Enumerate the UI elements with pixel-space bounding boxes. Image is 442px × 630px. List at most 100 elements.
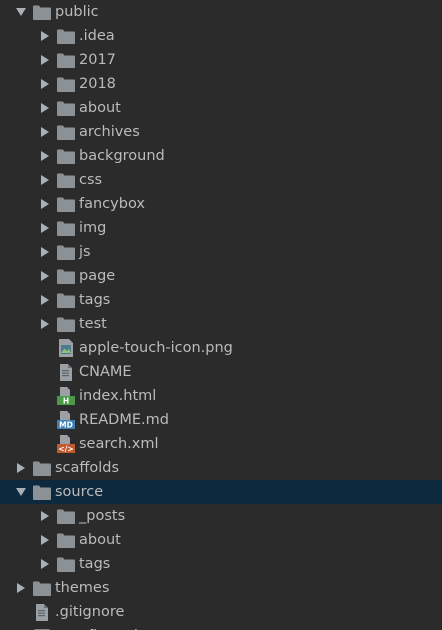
arrow-placeholder — [14, 600, 28, 624]
tree-file-index-html[interactable]: Hindex.html — [0, 384, 442, 408]
tree-folder-themes[interactable]: themes — [0, 576, 442, 600]
folder-icon — [57, 48, 75, 72]
html-file-icon: H — [57, 384, 75, 408]
tree-folder-posts[interactable]: _posts — [0, 504, 442, 528]
tree-folder-about[interactable]: about — [0, 96, 442, 120]
folder-icon — [33, 480, 51, 504]
tree-item-label: README.md — [79, 412, 169, 428]
tree-item-label: tags — [79, 556, 111, 572]
tree-item-label: _posts — [79, 508, 126, 524]
folder-icon — [33, 576, 51, 600]
folder-icon — [57, 168, 75, 192]
tree-item-label: archives — [79, 124, 140, 140]
collapse-right-arrow-icon[interactable] — [38, 288, 52, 312]
collapse-right-arrow-icon[interactable] — [38, 312, 52, 336]
tree-folder-archives[interactable]: archives — [0, 120, 442, 144]
tree-folder-scaffolds[interactable]: scaffolds — [0, 456, 442, 480]
tree-folder-tags[interactable]: tags — [0, 552, 442, 576]
tree-item-label: js — [79, 244, 91, 260]
folder-icon — [57, 216, 75, 240]
tree-item-label: css — [79, 172, 103, 188]
markdown-file-icon: MD — [57, 408, 75, 432]
arrow-placeholder — [38, 408, 52, 432]
collapse-right-arrow-icon[interactable] — [38, 216, 52, 240]
folder-icon — [57, 288, 75, 312]
tree-file-gitignore[interactable]: .gitignore — [0, 600, 442, 624]
collapse-right-arrow-icon[interactable] — [38, 24, 52, 48]
folder-icon — [57, 144, 75, 168]
tree-folder-public[interactable]: public — [0, 0, 442, 24]
text-file-icon — [33, 600, 51, 624]
folder-icon — [57, 96, 75, 120]
tree-folder-fancybox[interactable]: fancybox — [0, 192, 442, 216]
tree-item-label: 2018 — [79, 76, 116, 92]
arrow-placeholder — [38, 336, 52, 360]
tree-item-label: background — [79, 148, 165, 164]
tree-folder-img[interactable]: img — [0, 216, 442, 240]
tree-item-label: 2017 — [79, 52, 116, 68]
folder-icon — [57, 192, 75, 216]
tree-item-label: tags — [79, 292, 111, 308]
tree-folder-2018[interactable]: 2018 — [0, 72, 442, 96]
folder-icon — [57, 72, 75, 96]
folder-icon — [33, 456, 51, 480]
tree-folder-source[interactable]: source — [0, 480, 442, 504]
tree-file-cname[interactable]: CNAME — [0, 360, 442, 384]
tree-file-apple-touch-icon-png[interactable]: apple-touch-icon.png — [0, 336, 442, 360]
folder-icon — [57, 552, 75, 576]
collapse-right-arrow-icon[interactable] — [38, 192, 52, 216]
tree-item-label: page — [79, 268, 116, 284]
collapse-right-arrow-icon[interactable] — [38, 504, 52, 528]
collapse-right-arrow-icon[interactable] — [38, 96, 52, 120]
collapse-right-arrow-icon[interactable] — [38, 552, 52, 576]
tree-item-label: public — [55, 4, 99, 20]
svg-text:</>: </> — [58, 444, 73, 453]
arrow-placeholder — [14, 624, 28, 630]
tree-folder-test[interactable]: test — [0, 312, 442, 336]
collapse-right-arrow-icon[interactable] — [38, 168, 52, 192]
tree-item-label: about — [79, 100, 121, 116]
expand-down-arrow-icon[interactable] — [14, 0, 28, 24]
collapse-right-arrow-icon[interactable] — [14, 576, 28, 600]
collapse-right-arrow-icon[interactable] — [14, 456, 28, 480]
folder-icon — [57, 312, 75, 336]
folder-icon — [57, 528, 75, 552]
tree-folder-tags[interactable]: tags — [0, 288, 442, 312]
folder-icon — [57, 120, 75, 144]
project-tree: public .idea 2017 2018 about archives backgrou… — [0, 0, 442, 630]
arrow-placeholder — [38, 384, 52, 408]
collapse-right-arrow-icon[interactable] — [38, 48, 52, 72]
collapse-right-arrow-icon[interactable] — [38, 120, 52, 144]
tree-item-label: themes — [55, 580, 110, 596]
tree-folder-2017[interactable]: 2017 — [0, 48, 442, 72]
xml-file-icon: </> — [57, 432, 75, 456]
tree-folder-about[interactable]: about — [0, 528, 442, 552]
tree-folder-idea[interactable]: .idea — [0, 24, 442, 48]
image-file-icon — [57, 336, 75, 360]
tree-item-label: CNAME — [79, 364, 132, 380]
tree-item-label: test — [79, 316, 107, 332]
tree-file-config-yml[interactable]: _config.yml — [0, 624, 442, 630]
tree-item-label: fancybox — [79, 196, 145, 212]
tree-folder-background[interactable]: background — [0, 144, 442, 168]
collapse-right-arrow-icon[interactable] — [38, 528, 52, 552]
tree-item-label: _config.yml — [55, 624, 138, 630]
expand-down-arrow-icon[interactable] — [14, 480, 28, 504]
tree-file-search-xml[interactable]: </> search.xml — [0, 432, 442, 456]
folder-icon — [33, 0, 51, 24]
config-file-icon — [33, 624, 51, 630]
folder-icon — [57, 504, 75, 528]
tree-file-readme-md[interactable]: MD README.md — [0, 408, 442, 432]
tree-item-label: scaffolds — [55, 460, 120, 476]
tree-item-label: apple-touch-icon.png — [79, 340, 233, 356]
collapse-right-arrow-icon[interactable] — [38, 72, 52, 96]
tree-item-label: img — [79, 220, 107, 236]
collapse-right-arrow-icon[interactable] — [38, 144, 52, 168]
tree-folder-page[interactable]: page — [0, 264, 442, 288]
collapse-right-arrow-icon[interactable] — [38, 240, 52, 264]
arrow-placeholder — [38, 360, 52, 384]
tree-item-label: about — [79, 532, 121, 548]
tree-folder-js[interactable]: js — [0, 240, 442, 264]
tree-folder-css[interactable]: css — [0, 168, 442, 192]
collapse-right-arrow-icon[interactable] — [38, 264, 52, 288]
